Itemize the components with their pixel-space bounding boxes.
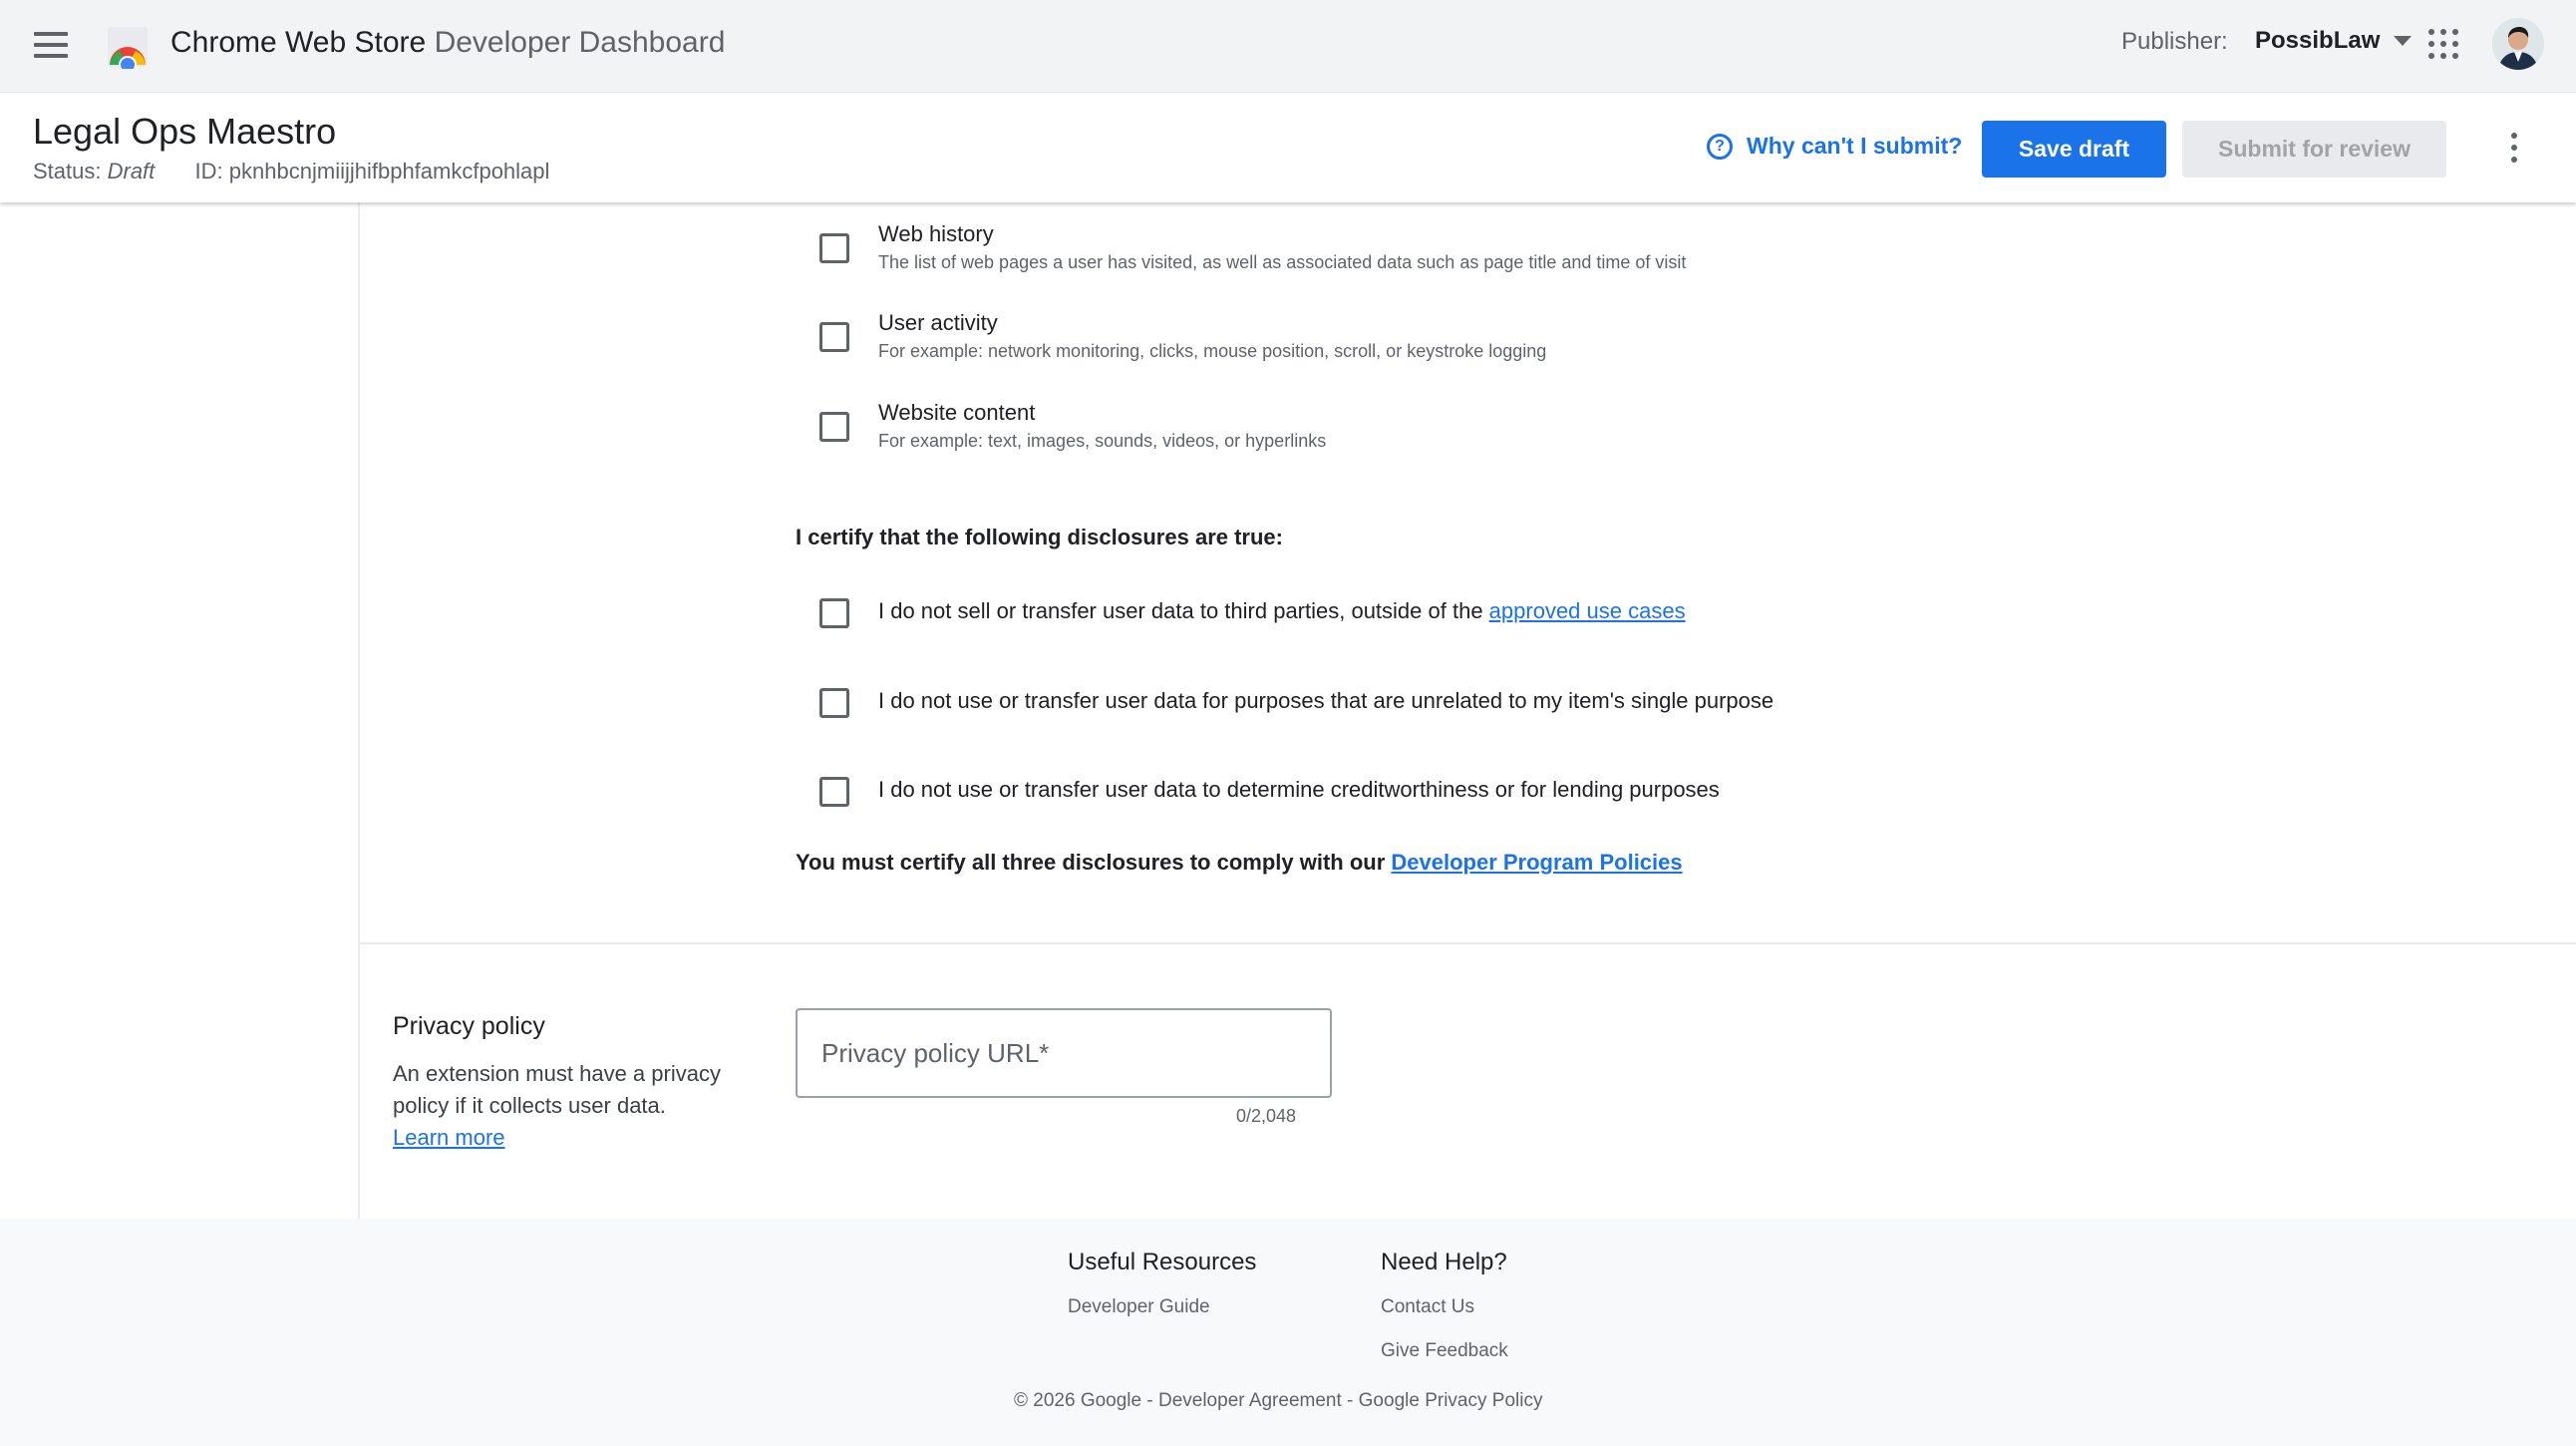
save-draft-button[interactable]: Save draft: [1982, 121, 2166, 178]
checkbox-website-content[interactable]: [819, 412, 849, 442]
status-value: Draft: [107, 159, 156, 183]
privacy-policy-title: Privacy policy: [393, 1012, 545, 1040]
desc-website-content: For example: text, images, sounds, video…: [878, 431, 1327, 451]
caret-down-icon: [2394, 36, 2413, 46]
checkbox-user-activity[interactable]: [819, 322, 849, 352]
privacy-policy-desc-text: An extension must have a privacy policy …: [393, 1061, 721, 1118]
comply-note: You must certify all three disclosures t…: [796, 850, 1683, 876]
user-avatar[interactable]: [2492, 18, 2544, 70]
status-label: Status:: [33, 159, 102, 183]
app-title-sub: Developer Dashboard: [434, 26, 726, 59]
more-vert-icon[interactable]: [2504, 133, 2524, 163]
publisher-name: PossibLaw: [2255, 27, 2381, 54]
app-title-main: Chrome Web Store: [170, 26, 427, 59]
label-user-activity: User activity: [878, 310, 998, 335]
privacy-policy-url-input[interactable]: [796, 1008, 1332, 1098]
disclosure-creditworthiness: I do not use or transfer user data to de…: [878, 777, 1720, 802]
certify-heading: I certify that the following disclosures…: [796, 525, 1283, 549]
disclosure-single-purpose: I do not use or transfer user data for p…: [878, 688, 1774, 713]
publisher-dropdown[interactable]: PossibLaw: [2255, 27, 2413, 55]
google-privacy-policy-link[interactable]: Google Privacy Policy: [1359, 1390, 1543, 1411]
help-circle-icon: ?: [1707, 133, 1733, 160]
publisher-label: Publisher:: [2121, 28, 2228, 55]
copyright-sep-2: -: [1341, 1390, 1359, 1411]
developer-program-policies-link[interactable]: Developer Program Policies: [1391, 850, 1682, 875]
copyright-sep-1: -: [1141, 1390, 1158, 1411]
footer-resources-heading: Useful Resources: [1068, 1249, 1257, 1275]
footer: Useful Resources Developer Guide Need He…: [0, 1219, 2576, 1446]
id-label: ID:: [194, 159, 223, 183]
copyright-text: © 2026 Google: [1014, 1390, 1142, 1411]
checkbox-web-history[interactable]: [819, 233, 849, 263]
developer-agreement-link[interactable]: Developer Agreement: [1158, 1390, 1342, 1411]
id-value: pknhbcnjmiijjhifbphfamkcfpohlapl: [228, 159, 550, 183]
app-title[interactable]: Chrome Web Store Developer Dashboard: [170, 26, 725, 60]
footer-copyright: © 2026 Google - Developer Agreement - Go…: [1014, 1390, 1542, 1412]
desc-web-history: The list of web pages a user has visited…: [878, 252, 1687, 272]
privacy-policy-description: An extension must have a privacy policy …: [393, 1058, 772, 1154]
apps-grid-icon[interactable]: [2428, 29, 2458, 59]
checkbox-single-purpose[interactable]: [819, 688, 849, 718]
left-rail: [0, 202, 360, 1219]
checkbox-no-sell-transfer[interactable]: [819, 598, 849, 628]
footer-contact-us-link[interactable]: Contact Us: [1381, 1296, 1474, 1318]
footer-developer-guide-link[interactable]: Developer Guide: [1068, 1296, 1210, 1318]
section-divider: [360, 942, 2576, 944]
approved-use-cases-link[interactable]: approved use cases: [1489, 598, 1686, 623]
disclosure-no-sell-transfer: I do not sell or transfer user data to t…: [878, 598, 1686, 624]
item-title: Legal Ops Maestro: [33, 111, 337, 152]
disclosure-no-sell-text: I do not sell or transfer user data to t…: [878, 598, 1489, 623]
footer-help-heading: Need Help?: [1381, 1249, 1507, 1275]
why-cant-submit-label: Why can't I submit?: [1747, 133, 1963, 159]
footer-give-feedback-link[interactable]: Give Feedback: [1381, 1340, 1508, 1362]
top-app-bar: Chrome Web Store Developer Dashboard Pub…: [0, 0, 2576, 93]
label-website-content: Website content: [878, 400, 1036, 425]
privacy-policy-counter: 0/2,048: [1236, 1106, 1297, 1126]
checkbox-creditworthiness[interactable]: [819, 777, 849, 807]
learn-more-link[interactable]: Learn more: [393, 1125, 505, 1150]
label-web-history: Web history: [878, 221, 994, 246]
hamburger-menu-icon[interactable]: [30, 24, 72, 66]
comply-note-text: You must certify all three disclosures t…: [796, 850, 1392, 875]
submit-for-review-button[interactable]: Submit for review: [2182, 121, 2446, 178]
main-content: Web history The list of web pages a user…: [0, 202, 2576, 1219]
item-header: Legal Ops Maestro Status: Draft ID: pknh…: [0, 93, 2576, 202]
why-cant-submit-link[interactable]: ? Why can't I submit?: [1707, 133, 1962, 160]
desc-user-activity: For example: network monitoring, clicks,…: [878, 341, 1547, 361]
chrome-web-store-logo: [108, 27, 148, 69]
item-meta: Status: Draft ID: pknhbcnjmiijjhifbphfam…: [33, 159, 549, 184]
